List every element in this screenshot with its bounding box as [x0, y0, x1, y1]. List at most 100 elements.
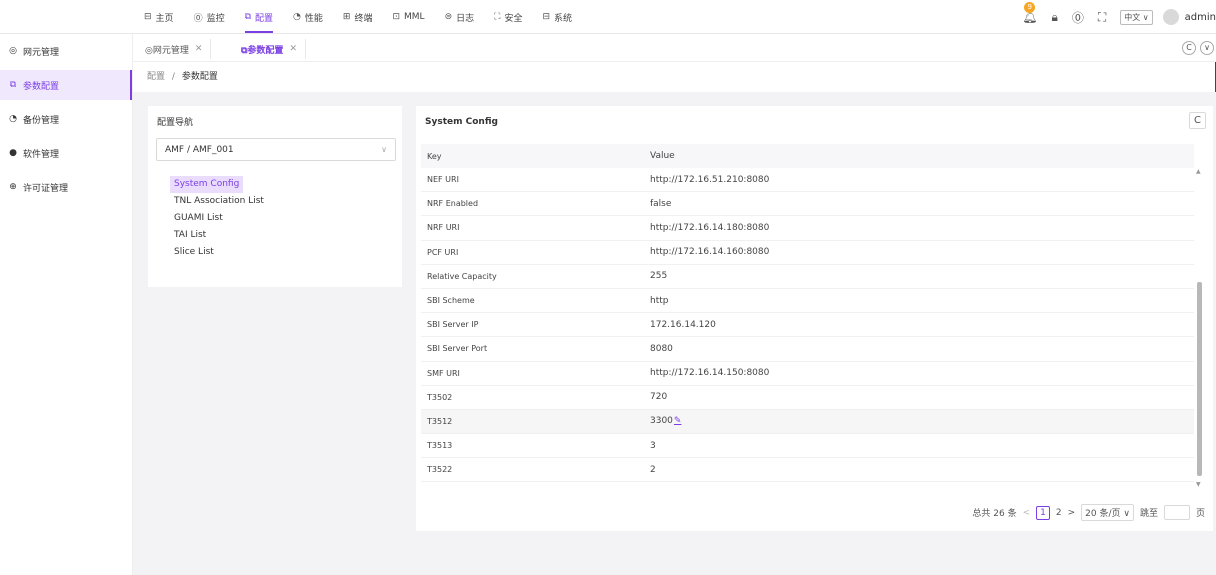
language-select[interactable]: 中文 ∨ — [1120, 9, 1153, 25]
top-nav: ⊟ 主页 ⓪ 监控 ⧉ 配置 ◔ 性能 ⊞ 终端 ⊡ MML ⊜ 日志 ⛶ 安全 ⊟ 系统 — [144, 0, 592, 34]
cell-key: NRF URI — [427, 223, 460, 233]
cell-value-text: 3300 — [650, 416, 673, 427]
page-size-select[interactable]: 20 条/页 ∨ — [1081, 504, 1134, 521]
cell-value[interactable]: false — [650, 199, 1194, 209]
tree-item[interactable]: TAI List — [170, 227, 268, 244]
column-header-value: Value — [650, 151, 675, 161]
sidebar-item-3[interactable]: ● 软件管理 — [0, 138, 132, 168]
cell-value[interactable]: http://172.16.14.150:8080 — [650, 368, 1194, 378]
table-row[interactable]: SBI Server IP 172.16.14.120 — [421, 313, 1194, 338]
table-row[interactable]: Relative Capacity 255 — [421, 265, 1194, 289]
cell-key: T3512 — [427, 416, 453, 426]
tree-item[interactable]: GUAMI List — [170, 210, 268, 227]
system-config-panel: System Config C Key Value NEF URI http://… — [416, 106, 1213, 531]
tree-item[interactable]: TNL Association List — [170, 193, 268, 210]
topnav-item-3[interactable]: ◔ 性能 — [293, 0, 323, 34]
edit-pencil-icon[interactable]: ✎ — [674, 416, 682, 426]
tab-network-element[interactable]: ◎网元管理 ✕ — [137, 39, 212, 59]
topnav-item-5[interactable]: ⊡ MML — [392, 0, 424, 34]
chevron-down-icon[interactable]: ∨ — [1200, 41, 1214, 55]
table-row[interactable]: NRF Enabled false — [421, 192, 1194, 217]
next-page-icon[interactable]: > — [1068, 508, 1076, 518]
sidebar-item-4[interactable]: ⊕ 许可证管理 — [0, 172, 132, 202]
scroll-up-icon[interactable]: ▲ — [1196, 168, 1201, 175]
terminal-icon: ⊞ — [342, 12, 351, 22]
cell-value[interactable]: http — [650, 296, 1194, 306]
avatar[interactable] — [1162, 9, 1179, 25]
cell-value[interactable]: http://172.16.14.180:8080 — [650, 223, 1194, 233]
table-row[interactable]: SBI Server Port 8080 — [421, 337, 1194, 362]
table-row[interactable]: T3502 720 — [421, 386, 1194, 410]
page-2[interactable]: 2 — [1056, 508, 1062, 518]
page-1[interactable]: 1 — [1036, 505, 1050, 520]
cell-value[interactable]: 255 — [650, 271, 1194, 281]
topnav-item-7[interactable]: ⛶ 安全 — [494, 0, 522, 34]
cell-value-text: http://172.16.14.160:8080 — [650, 247, 770, 258]
network-element-select[interactable]: AMF / AMF_001 ∨ — [156, 138, 396, 161]
topnav-item-1[interactable]: ⓪ 监控 — [194, 0, 225, 34]
page-suffix: 页 — [1195, 509, 1205, 519]
bell-icon[interactable]: 🔔︎ 9 — [1022, 2, 1037, 24]
close-icon[interactable]: ✕ — [195, 44, 203, 54]
table-row[interactable]: SMF URI http://172.16.14.150:8080 — [421, 362, 1194, 386]
cell-value[interactable]: http://172.16.14.160:8080 — [650, 247, 1194, 257]
panel-title: System Config — [425, 117, 498, 127]
scrollbar-thumb[interactable] — [1197, 282, 1202, 476]
table-row[interactable]: PCF URI http://172.16.14.160:8080 — [421, 241, 1194, 265]
cell-key: SMF URI — [427, 368, 460, 378]
topnav-item-2[interactable]: ⧉ 配置 — [244, 0, 274, 34]
cell-value[interactable]: 2 — [650, 465, 1194, 475]
jump-page-input[interactable] — [1163, 505, 1190, 520]
table-row[interactable]: T3513 3 — [421, 434, 1194, 459]
cell-value[interactable]: http://172.16.51.210:8080 — [650, 175, 1194, 185]
table-row[interactable]: T3522 2 — [421, 458, 1194, 483]
cell-key: SBI Server Port — [427, 344, 488, 354]
topnav-label: 日志 — [456, 13, 475, 24]
sidebar-item-1[interactable]: ⧉ 参数配置 — [0, 70, 132, 100]
cell-value-text: false — [650, 198, 672, 209]
fullscreen-icon[interactable]: ⛶ — [1098, 10, 1106, 25]
cell-value[interactable]: 3300✎ — [650, 416, 1194, 426]
cell-value[interactable]: 8080 — [650, 344, 1194, 354]
lock-icon[interactable]: 🔒︎ — [1051, 10, 1057, 25]
breadcrumb-current: 参数配置 — [181, 72, 218, 82]
table-row[interactable]: T3512 3300✎ — [421, 409, 1194, 435]
topnav-item-6[interactable]: ⊜ 日志 — [445, 0, 475, 34]
cell-value-text: 3 — [650, 440, 656, 451]
table-row[interactable]: NEF URI http://172.16.51.210:8080 — [421, 168, 1194, 193]
table-row[interactable]: SBI Scheme http — [421, 289, 1194, 314]
tab-param-config[interactable]: ⧉参数配置 ✕ — [233, 39, 306, 59]
tree-item[interactable]: Slice List — [170, 244, 268, 261]
sidebar-item-0[interactable]: ◎ 网元管理 — [0, 36, 132, 66]
cell-value[interactable]: 720 — [650, 392, 1194, 402]
sidebar-item-label: 软件管理 — [23, 149, 60, 160]
table-scrollbar[interactable]: ▲ ▼ — [1194, 168, 1204, 488]
table-row[interactable]: NRF URI http://172.16.14.180:8080 — [421, 216, 1194, 241]
help-icon[interactable]: ⓪ — [1072, 9, 1084, 26]
breadcrumb: 配置 / 参数配置 — [147, 69, 218, 82]
sidebar-item-2[interactable]: ◔ 备份管理 — [0, 104, 132, 134]
topnav-label: 配置 — [255, 13, 274, 24]
tree-item[interactable]: System Config — [170, 176, 244, 193]
cell-value-text: 172.16.14.120 — [650, 319, 716, 330]
cell-value[interactable]: 172.16.14.120 — [650, 320, 1194, 330]
config-nav-panel: 配置导航 AMF / AMF_001 ∨ System Config TNL As… — [148, 106, 402, 287]
topnav-item-0[interactable]: ⊟ 主页 — [144, 0, 174, 34]
select-value: AMF / AMF_001 — [165, 144, 234, 155]
refresh-tab-icon[interactable]: C — [1182, 41, 1196, 55]
breadcrumb-parent[interactable]: 配置 — [147, 72, 165, 82]
prev-page-icon[interactable]: < — [1023, 508, 1031, 518]
system-icon: ⊟ — [542, 12, 551, 22]
cell-key: Relative Capacity — [427, 271, 497, 281]
refresh-button[interactable]: C — [1189, 112, 1206, 129]
topnav-item-8[interactable]: ⊟ 系统 — [542, 0, 572, 34]
close-icon[interactable]: ✕ — [289, 44, 297, 54]
column-header-key: Key — [427, 151, 442, 161]
cell-value-text: 720 — [650, 392, 668, 403]
scroll-down-icon[interactable]: ▼ — [1196, 481, 1201, 488]
cell-value[interactable]: 3 — [650, 441, 1194, 451]
username[interactable]: admin — [1185, 12, 1216, 23]
topnav-label: 性能 — [304, 13, 323, 24]
cell-value-text: 255 — [650, 271, 668, 282]
topnav-item-4[interactable]: ⊞ 终端 — [343, 0, 373, 34]
